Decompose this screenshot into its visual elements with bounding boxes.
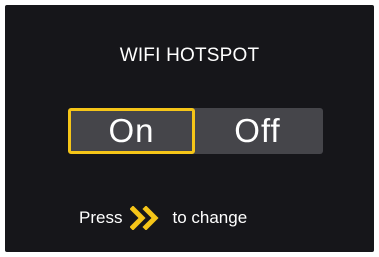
hotspot-toggle[interactable]: Off On: [68, 108, 323, 154]
screen-title: WIFI HOTSPOT: [119, 45, 260, 66]
toggle-option-on[interactable]: On: [68, 108, 195, 154]
toggle-option-off-label: Off: [234, 112, 281, 149]
hotspot-settings-screen: WIFI HOTSPOT Off On Press to change: [5, 5, 374, 252]
toggle-option-off[interactable]: Off: [192, 108, 323, 154]
hint-suffix: to change: [172, 208, 248, 227]
hint-prefix: Press: [79, 208, 123, 227]
change-hint: Press to change: [79, 205, 247, 231]
toggle-option-on-label: On: [108, 112, 155, 149]
double-chevron-right-icon: [130, 206, 160, 230]
